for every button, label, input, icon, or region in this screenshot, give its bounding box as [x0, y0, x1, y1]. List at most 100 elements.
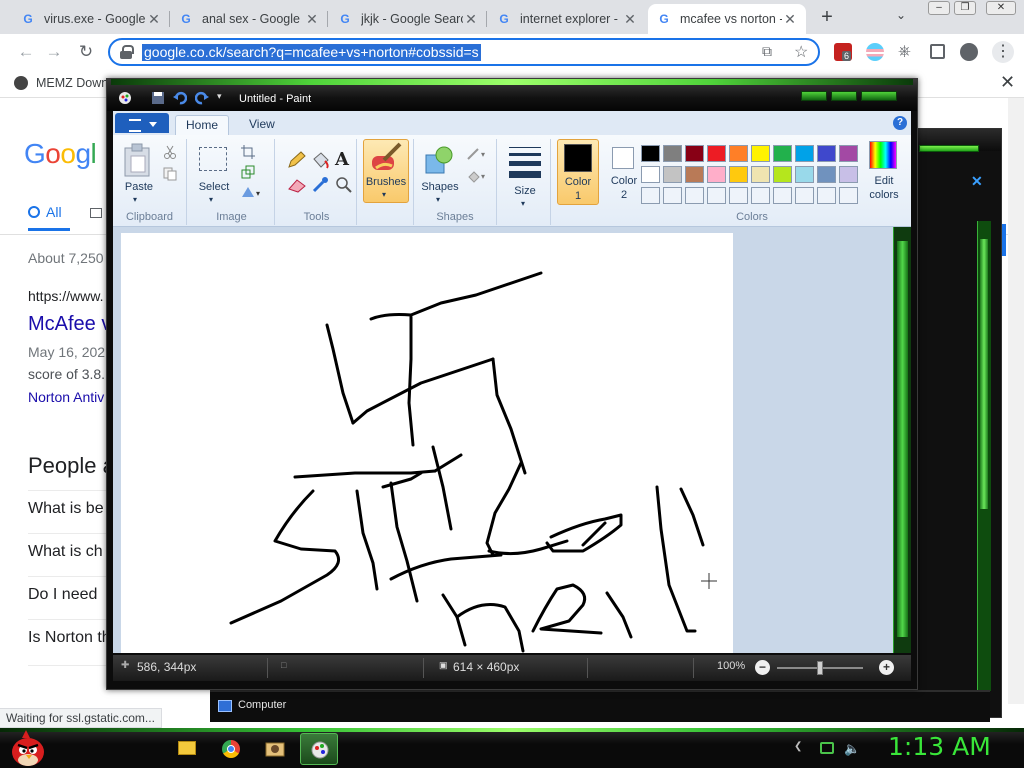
custom-color-slot[interactable] [773, 187, 792, 204]
color-swatch[interactable] [685, 166, 704, 183]
color-swatch[interactable] [641, 145, 660, 162]
tab-close-icon[interactable]: ✕ [304, 11, 320, 28]
select-chevron-icon[interactable]: ▾ [209, 195, 213, 204]
tab-view[interactable]: View [239, 115, 285, 135]
save-icon[interactable] [151, 91, 165, 105]
shapes-icon[interactable] [424, 145, 456, 177]
side-panel-icon[interactable] [930, 44, 945, 59]
fill-bucket-icon[interactable] [311, 151, 331, 169]
result-sitelink[interactable]: Norton Antiv [28, 389, 104, 405]
eraser-icon[interactable] [287, 177, 307, 193]
help-icon[interactable]: ? [893, 116, 907, 130]
file-menu-button[interactable] [115, 113, 169, 133]
paint-title-bar[interactable]: ▾ Untitled - Paint [107, 79, 917, 111]
paste-label[interactable]: Paste [119, 181, 159, 193]
tab-virus-exe[interactable]: G virus.exe - Google Search ✕ [12, 4, 170, 34]
tab-jkjk[interactable]: G jkjk - Google Search ✕ [329, 4, 487, 34]
custom-color-slot[interactable] [751, 187, 770, 204]
reload-button[interactable]: ↻ [76, 42, 96, 62]
custom-color-slot[interactable] [817, 187, 836, 204]
google-logo[interactable]: Googl [24, 138, 97, 170]
brushes-button[interactable]: Brushes ▾ [363, 139, 409, 203]
ublock-extension-icon[interactable]: 6 [834, 43, 852, 61]
show-hidden-icons-chevron[interactable]: ❮ [794, 741, 808, 755]
shapes-label[interactable]: Shapes [420, 181, 460, 193]
custom-color-slot[interactable] [663, 187, 682, 204]
tab-close-icon[interactable]: ✕ [622, 11, 638, 28]
bookmark-star-icon[interactable]: ☆ [794, 42, 808, 62]
flag-extension-icon[interactable] [866, 43, 884, 61]
menu-kebab-icon[interactable]: ⋮ [992, 41, 1014, 63]
lock-icon[interactable] [120, 45, 134, 59]
color-swatch[interactable] [751, 166, 770, 183]
extensions-puzzle-icon[interactable]: ⎈ [898, 43, 916, 61]
color-swatch[interactable] [817, 166, 836, 183]
page-scrollbar[interactable] [1008, 98, 1024, 704]
crop-icon[interactable] [241, 145, 255, 159]
minimize-button[interactable]: – [928, 1, 950, 15]
tab-home[interactable]: Home [175, 115, 230, 135]
close-x-icon[interactable]: ✕ [1000, 72, 1015, 93]
color-swatch[interactable] [839, 166, 858, 183]
new-tab-button[interactable]: + [816, 6, 838, 28]
color2-button[interactable]: Color 2 [603, 139, 645, 205]
close-x-icon[interactable]: ✕ [971, 173, 989, 189]
bookmark-memz[interactable]: MEMZ Down [14, 76, 108, 90]
taskbar-clock[interactable]: 1:13 AM [888, 732, 991, 761]
color-swatch[interactable] [663, 145, 682, 162]
close-window-button[interactable]: ✕ [986, 1, 1016, 15]
color-swatch[interactable] [685, 145, 704, 162]
redo-icon[interactable] [195, 91, 209, 105]
color-picker-icon[interactable] [311, 177, 331, 193]
custom-color-slot[interactable] [795, 187, 814, 204]
canvas-workspace[interactable] [113, 227, 893, 653]
fill-icon[interactable]: ▾ [466, 169, 490, 183]
zoom-out-button[interactable]: − [755, 660, 770, 675]
size-chevron-icon[interactable]: ▾ [521, 199, 525, 208]
forward-button[interactable]: → [44, 42, 64, 62]
resize-icon[interactable] [241, 165, 255, 179]
color-swatch[interactable] [729, 145, 748, 162]
tab-close-icon[interactable]: ✕ [782, 11, 798, 28]
color-swatch[interactable] [795, 166, 814, 183]
undo-icon[interactable] [173, 91, 187, 105]
color1-button[interactable]: Color 1 [557, 139, 599, 205]
tab-internet-explorer[interactable]: G internet explorer - Google ✕ [488, 4, 646, 34]
tab-search-2[interactable]: G anal sex - Google Search ✕ [170, 4, 328, 34]
result-title-link[interactable]: McAfee v [28, 313, 111, 336]
color-swatch[interactable] [773, 166, 792, 183]
zoom-in-button[interactable]: + [879, 660, 894, 675]
paste-icon[interactable] [123, 143, 153, 177]
share-icon[interactable]: ⧉ [762, 43, 772, 60]
color-swatch[interactable] [663, 166, 682, 183]
paste-chevron-icon[interactable]: ▾ [133, 195, 137, 204]
close-button[interactable] [861, 91, 897, 101]
question-item[interactable]: Is Norton th [28, 629, 111, 647]
select-label[interactable]: Select [197, 181, 231, 193]
taskbar-app[interactable] [256, 733, 294, 765]
question-item[interactable]: Do I need [28, 586, 97, 604]
tab-search-chevron-icon[interactable]: ⌄ [896, 8, 906, 22]
minimize-button[interactable] [801, 91, 827, 101]
scrollbar-thumb[interactable] [980, 239, 988, 509]
news-icon[interactable] [90, 208, 102, 218]
start-button-angry-bird-icon[interactable] [8, 728, 48, 768]
custom-color-slot[interactable] [839, 187, 858, 204]
color-swatch[interactable] [773, 145, 792, 162]
tab-close-icon[interactable]: ✕ [463, 11, 479, 28]
address-bar[interactable]: google.co.ck/search?q=mcafee+vs+norton#c… [108, 38, 820, 66]
color-swatch[interactable] [729, 166, 748, 183]
maximize-button[interactable]: ❐ [954, 1, 976, 15]
magnifier-icon[interactable] [335, 177, 353, 193]
custom-color-slot[interactable] [707, 187, 726, 204]
question-item[interactable]: What is ch [28, 543, 103, 561]
outline-icon[interactable]: ▾ [466, 147, 490, 161]
maximize-button[interactable] [831, 91, 857, 101]
url-text[interactable]: google.co.ck/search?q=mcafee+vs+norton#c… [142, 44, 481, 61]
taskbar-file-explorer[interactable] [168, 733, 206, 765]
color-swatch[interactable] [707, 166, 726, 183]
custom-color-slot[interactable] [729, 187, 748, 204]
color-swatch[interactable] [795, 145, 814, 162]
custom-color-slot[interactable] [685, 187, 704, 204]
canvas-scrollbar[interactable] [893, 227, 911, 653]
